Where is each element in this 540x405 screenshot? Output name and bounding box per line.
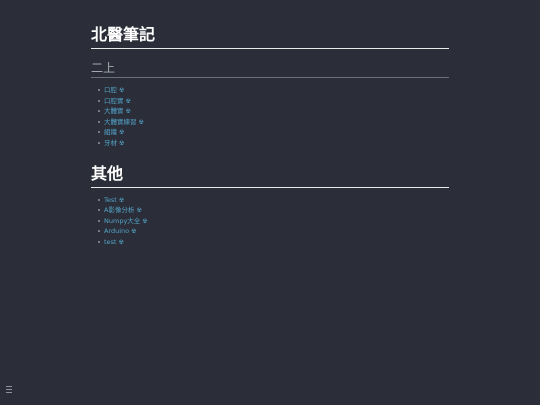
bullet-icon: [98, 120, 100, 123]
radioactive-icon: ☢: [118, 238, 124, 246]
note-list-other: Test ☢ A影像分析 ☢ Numpy大全 ☢ Arduino ☢ test ☢: [91, 195, 449, 248]
note-link[interactable]: Arduino: [104, 227, 129, 235]
note-link[interactable]: Numpy大全: [104, 217, 140, 225]
list-item: Numpy大全 ☢: [98, 216, 449, 227]
list-item: 組織 ☢: [98, 127, 449, 138]
section-heading-other: 其他: [91, 163, 449, 188]
radioactive-icon: ☢: [119, 87, 125, 94]
bullet-icon: [98, 209, 100, 212]
note-list-second-year: 口腔 ☢ 口腔實 ☢ 大體實 ☢ 大體實練習 ☢ 組織 ☢ 牙材 ☢: [91, 85, 449, 149]
radioactive-icon: ☢: [118, 196, 125, 204]
list-item: Arduino ☢: [98, 226, 449, 237]
document: 北醫筆記 二上 口腔 ☢ 口腔實 ☢ 大體實 ☢ 大體實練習 ☢ 組織 ☢ 牙材 ☢ 其他 …: [91, 24, 449, 248]
radioactive-icon: ☢: [131, 228, 137, 236]
list-item: 口腔實 ☢: [98, 96, 449, 107]
list-item: A影像分析 ☢: [98, 205, 449, 216]
section-heading-second-year: 二上: [91, 60, 449, 78]
note-link[interactable]: 組織: [104, 128, 117, 136]
menu-icon-line: [6, 389, 12, 390]
note-link[interactable]: test: [104, 238, 116, 246]
bullet-icon: [98, 219, 100, 222]
list-item: test ☢: [98, 237, 449, 248]
note-link[interactable]: 大體實: [104, 107, 124, 115]
note-link[interactable]: 大體實練習: [104, 118, 137, 126]
note-link[interactable]: A影像分析: [104, 206, 134, 214]
page-title: 北醫筆記: [91, 24, 449, 49]
radioactive-icon: ☢: [119, 139, 125, 147]
bullet-icon: [98, 89, 100, 91]
list-item: 口腔 ☢: [98, 85, 449, 96]
bullet-icon: [98, 141, 100, 144]
bullet-icon: [98, 99, 100, 102]
note-link[interactable]: 口腔: [104, 86, 117, 94]
note-link[interactable]: Test: [104, 196, 117, 204]
bullet-icon: [98, 240, 100, 243]
list-item: 大體實練習 ☢: [98, 117, 449, 128]
note-link[interactable]: 口腔實: [104, 97, 124, 105]
bullet-icon: [98, 198, 100, 201]
radioactive-icon: ☢: [136, 207, 142, 215]
radioactive-icon: ☢: [125, 108, 131, 116]
radioactive-icon: ☢: [142, 217, 148, 225]
list-item: 大體實 ☢: [98, 106, 449, 117]
radioactive-icon: ☢: [138, 118, 144, 126]
bullet-icon: [98, 230, 100, 233]
bullet-icon: [98, 131, 100, 134]
note-link[interactable]: 牙材: [104, 139, 117, 147]
list-item: 牙材 ☢: [98, 138, 449, 149]
menu-icon-line: [6, 392, 12, 393]
menu-icon[interactable]: [6, 386, 13, 394]
radioactive-icon: ☢: [125, 97, 131, 105]
radioactive-icon: ☢: [119, 129, 125, 137]
menu-icon-line: [6, 386, 12, 387]
list-item: Test ☢: [98, 195, 449, 206]
bullet-icon: [98, 110, 100, 113]
section-other: 其他 Test ☢ A影像分析 ☢ Numpy大全 ☢ Arduino ☢ test ☢: [91, 163, 449, 248]
